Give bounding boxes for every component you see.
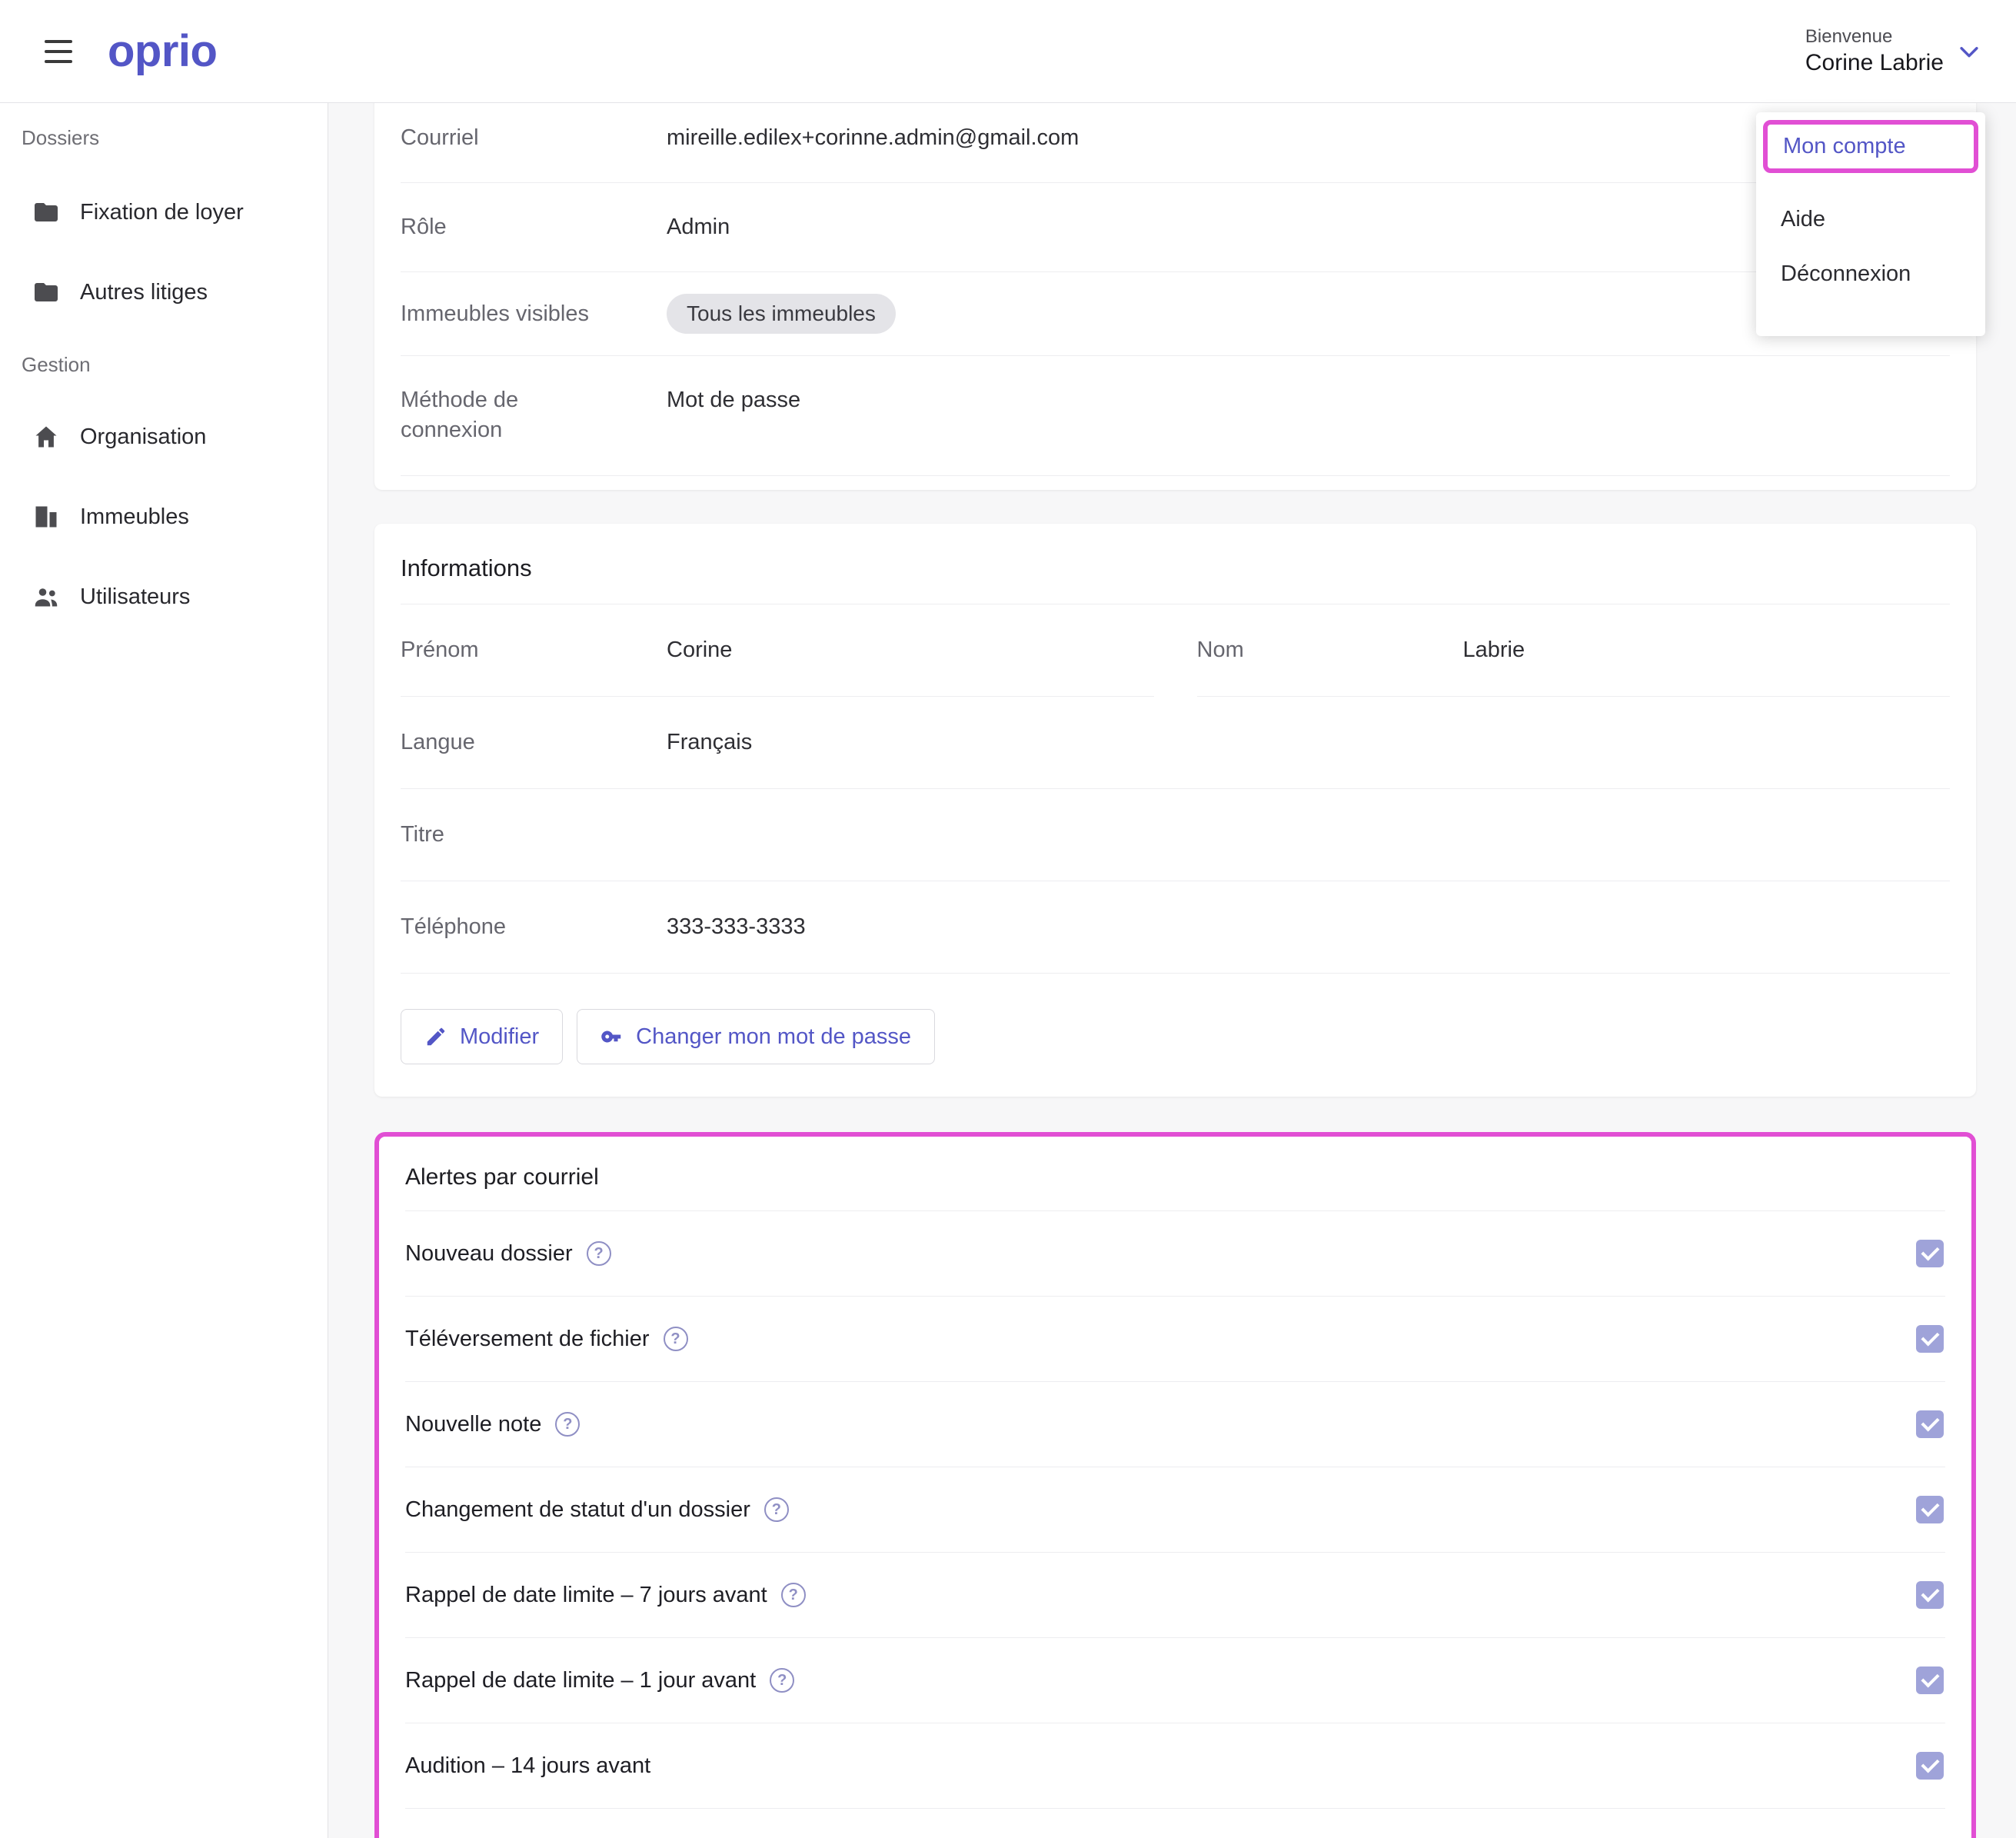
menu-item-deconnexion[interactable]: Déconnexion (1756, 261, 1985, 316)
name-fields-row: Prénom Corine Nom Labrie (401, 604, 1950, 697)
email-alerts-card: Alertes par courriel Nouveau dossier Tél… (379, 1137, 1971, 1838)
alert-checkbox[interactable] (1916, 1240, 1944, 1267)
sidebar-item-label: Autres litiges (80, 280, 208, 305)
key-icon (600, 1025, 624, 1048)
sidebar-item-autres-litiges[interactable]: Autres litiges (0, 252, 328, 332)
sidebar-section-dossiers: Dossiers (0, 103, 328, 172)
app-logo[interactable]: oprio (108, 25, 217, 77)
account-card: Courriel mireille.edilex+corinne.admin@g… (374, 103, 1976, 490)
change-password-button[interactable]: Changer mon mot de passe (577, 1009, 935, 1064)
alert-label: Rappel de date limite – 7 jours avant (405, 1583, 767, 1608)
alert-checkbox[interactable] (1916, 1752, 1944, 1780)
field-label: Titre (401, 820, 610, 850)
field-value: Français (667, 728, 752, 758)
field-langue: Langue Français (401, 697, 1950, 789)
account-row-immeubles-visibles: Immeubles visibles Tous les immeubles (401, 272, 1950, 356)
alert-label: Changement de statut d'un dossier (405, 1497, 750, 1523)
main-content: Courriel mireille.edilex+corinne.admin@g… (329, 103, 2016, 1838)
field-label: Immeubles visibles (401, 299, 610, 329)
sidebar-item-immeubles[interactable]: Immeubles (0, 477, 328, 557)
field-titre: Titre (401, 789, 1950, 881)
annotation-highlight-alerts: Alertes par courriel Nouveau dossier Tél… (374, 1132, 1976, 1838)
field-nom: Nom Labrie (1197, 604, 1951, 697)
alert-label: Rappel de date limite – 1 jour avant (405, 1668, 756, 1693)
immeubles-chip: Tous les immeubles (667, 294, 896, 334)
alert-checkbox[interactable] (1916, 1667, 1944, 1694)
alert-label: Nouvelle note (405, 1412, 541, 1437)
sidebar-item-organisation[interactable]: Organisation (0, 397, 328, 477)
field-telephone: Téléphone 333-333-3333 (401, 881, 1950, 974)
sidebar-item-label: Utilisateurs (80, 584, 190, 610)
alert-checkbox[interactable] (1916, 1410, 1944, 1438)
field-value: Admin (667, 212, 730, 242)
field-prenom: Prénom Corine (401, 604, 1154, 697)
field-value: 333-333-3333 (667, 912, 806, 942)
pencil-icon (424, 1025, 447, 1048)
card-title: Alertes par courriel (405, 1137, 1945, 1211)
account-row-courriel: Courriel mireille.edilex+corinne.admin@g… (401, 103, 1950, 183)
alert-row-nouveau-dossier: Nouveau dossier (405, 1211, 1945, 1297)
card-title: Informations (401, 524, 1950, 604)
users-icon (32, 583, 60, 611)
alert-row-audition-1-jour: Audition – 1 jour avant (405, 1809, 1945, 1838)
alert-label: Audition – 14 jours avant (405, 1753, 650, 1779)
sidebar-item-label: Fixation de loyer (80, 200, 244, 225)
alert-checkbox[interactable] (1916, 1325, 1944, 1353)
app-header: oprio Bienvenue Corine Labrie (0, 0, 2016, 103)
home-icon (32, 423, 60, 451)
field-label: Courriel (401, 123, 610, 153)
welcome-label: Bienvenue (1805, 26, 1944, 48)
field-label: Prénom (401, 635, 610, 665)
field-label: Nom (1197, 635, 1406, 665)
help-icon[interactable] (587, 1241, 611, 1266)
sidebar-item-utilisateurs[interactable]: Utilisateurs (0, 557, 328, 637)
alert-label: Nouveau dossier (405, 1241, 573, 1267)
field-value: Corine (667, 635, 732, 665)
field-value: Labrie (1463, 635, 1525, 665)
help-icon[interactable] (764, 1497, 789, 1522)
user-menu-trigger[interactable]: Bienvenue Corine Labrie (1805, 26, 1982, 76)
folder-icon (32, 278, 60, 306)
field-value: mireille.edilex+corinne.admin@gmail.com (667, 123, 1079, 153)
alert-row-rappel-1-jour: Rappel de date limite – 1 jour avant (405, 1638, 1945, 1723)
modify-button-label: Modifier (460, 1024, 539, 1050)
field-label: Rôle (401, 212, 610, 242)
change-password-button-label: Changer mon mot de passe (636, 1024, 911, 1050)
account-row-role: Rôle Admin (401, 183, 1950, 272)
building-icon (32, 503, 60, 531)
informations-card: Informations Prénom Corine Nom Labrie La… (374, 524, 1976, 1097)
menu-toggle-button[interactable] (45, 40, 75, 63)
menu-item-mon-compte[interactable]: Mon compte (1763, 120, 1978, 173)
alert-row-rappel-7-jours: Rappel de date limite – 7 jours avant (405, 1553, 1945, 1638)
help-icon[interactable] (781, 1583, 806, 1607)
user-name: Corine Labrie (1805, 50, 1944, 76)
alert-checkbox[interactable] (1916, 1496, 1944, 1523)
menu-item-aide[interactable]: Aide (1756, 178, 1985, 261)
sidebar-item-label: Organisation (80, 425, 206, 450)
sidebar-section-gestion: Gestion (0, 332, 328, 397)
sidebar: Dossiers Fixation de loyer Autres litige… (0, 103, 328, 1838)
alert-row-audition-14-jours: Audition – 14 jours avant (405, 1723, 1945, 1809)
help-icon[interactable] (664, 1327, 688, 1351)
alert-row-changement-statut: Changement de statut d'un dossier (405, 1467, 1945, 1553)
help-icon[interactable] (555, 1412, 580, 1437)
folder-icon (32, 198, 60, 226)
chevron-down-icon (1956, 38, 1982, 65)
user-dropdown-menu: Mon compte Aide Déconnexion (1756, 112, 1985, 336)
sidebar-item-label: Immeubles (80, 504, 189, 530)
modify-button[interactable]: Modifier (401, 1009, 563, 1064)
field-label: Méthode de connexion (401, 385, 610, 445)
field-label: Téléphone (401, 912, 610, 942)
account-row-methode-connexion: Méthode de connexion Mot de passe (401, 356, 1950, 475)
help-icon[interactable] (770, 1668, 794, 1693)
field-label: Langue (401, 728, 610, 758)
alert-checkbox[interactable] (1916, 1581, 1944, 1609)
alert-row-televersement-fichier: Téléversement de fichier (405, 1297, 1945, 1382)
alert-row-nouvelle-note: Nouvelle note (405, 1382, 1945, 1467)
account-actions: Modifier Changer mon mot de passe (401, 1009, 1950, 1064)
field-value: Mot de passe (667, 385, 800, 415)
sidebar-item-fixation-de-loyer[interactable]: Fixation de loyer (0, 172, 328, 252)
alert-label: Téléversement de fichier (405, 1327, 650, 1352)
